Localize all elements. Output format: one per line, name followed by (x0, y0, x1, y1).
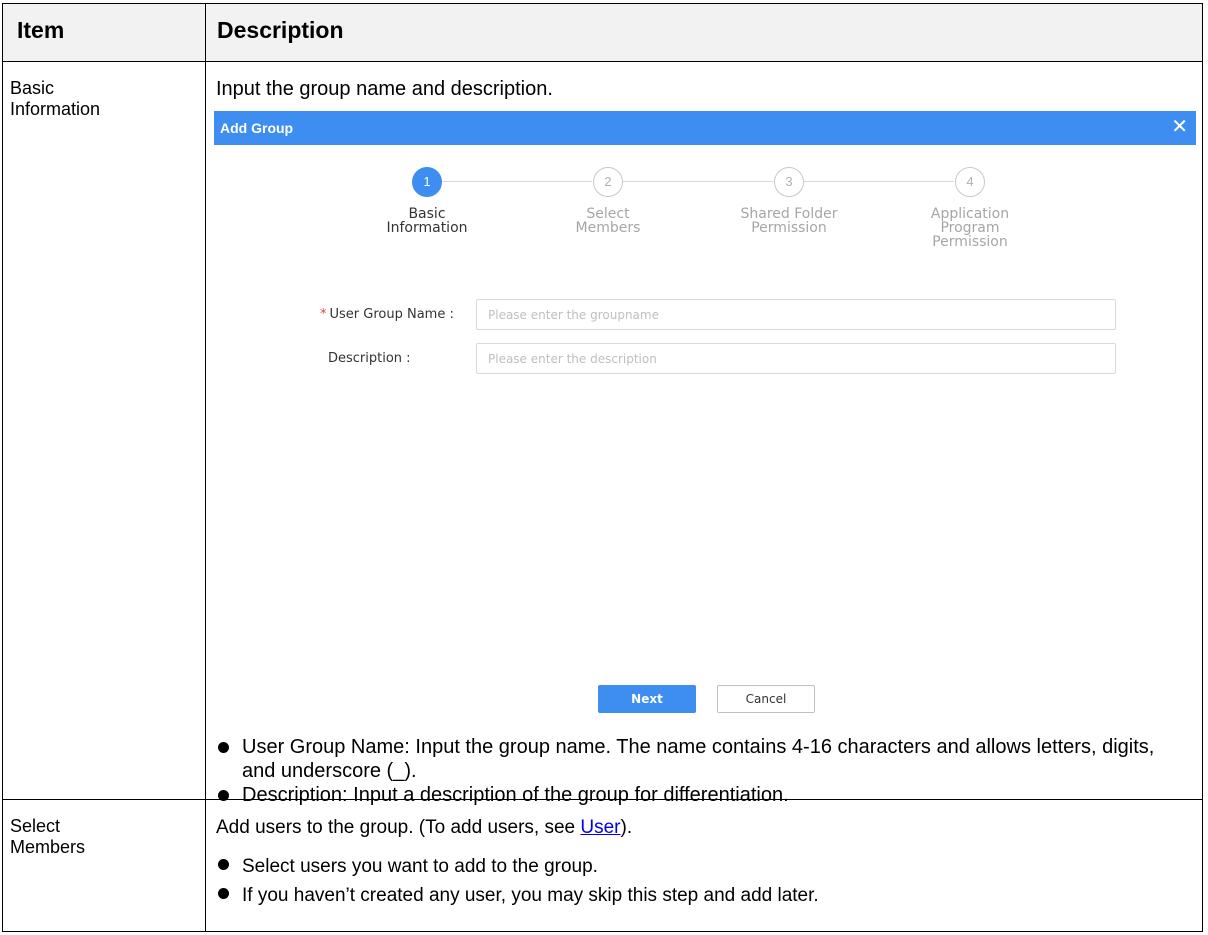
dialog-title-bar: Add Group ✕ (214, 111, 1196, 145)
step-3-label: Shared Folder Permission (740, 206, 838, 236)
list-item: User Group Name: Input the group name. T… (218, 735, 1188, 783)
step-1-label: Basic Information (386, 206, 468, 236)
description-input[interactable] (476, 343, 1116, 374)
select-members-bullets: Select users you want to add to the grou… (218, 852, 1188, 910)
row-intro-2: Add users to the group. (To add users, s… (216, 817, 633, 838)
step-2-circle: 2 (593, 167, 623, 197)
step-4-label: Application Program Permission (930, 206, 1010, 250)
table-header (3, 4, 1202, 61)
step-connector (442, 181, 592, 182)
step-4-circle: 4 (955, 167, 985, 197)
document-table: Item Description Basic Information Input… (2, 3, 1203, 932)
bullet-icon (218, 888, 229, 899)
list-item: If you haven’t created any user, you may… (218, 881, 1188, 910)
step-3-circle: 3 (774, 167, 804, 197)
user-link[interactable]: User (580, 817, 620, 838)
header-description: Description (217, 17, 344, 43)
column-divider (205, 4, 206, 931)
dialog-title: Add Group (220, 120, 294, 136)
next-button[interactable]: Next (598, 685, 696, 713)
step-1-circle: 1 (412, 167, 442, 197)
row-label-select-members: Select Members (10, 816, 86, 857)
basic-info-bullets: User Group Name: Input the group name. T… (218, 735, 1188, 807)
description-label: Description : (328, 351, 411, 366)
add-group-dialog: Add Group ✕ 1 2 3 4 Basic Information Se… (214, 111, 1196, 725)
header-item: Item (17, 17, 65, 43)
cancel-button[interactable]: Cancel (717, 685, 815, 713)
group-name-label-text: User Group Name : (329, 307, 454, 322)
bullet-icon (218, 790, 229, 801)
row-label-basic-information: Basic Information (10, 78, 101, 119)
row-divider (3, 61, 1202, 62)
step-2-label: Select Members (575, 206, 641, 236)
bullet-icon (218, 742, 229, 753)
step-connector (623, 181, 773, 182)
required-marker: * (320, 307, 327, 322)
step-connector (804, 181, 954, 182)
bullet-icon (218, 859, 229, 870)
list-item: Description: Input a description of the … (218, 783, 1188, 807)
close-icon[interactable]: ✕ (1171, 115, 1188, 139)
list-item: Select users you want to add to the grou… (218, 852, 1188, 881)
group-name-label: * User Group Name : (320, 307, 454, 322)
group-name-input[interactable] (476, 299, 1116, 330)
row-intro: Input the group name and description. (216, 78, 553, 100)
